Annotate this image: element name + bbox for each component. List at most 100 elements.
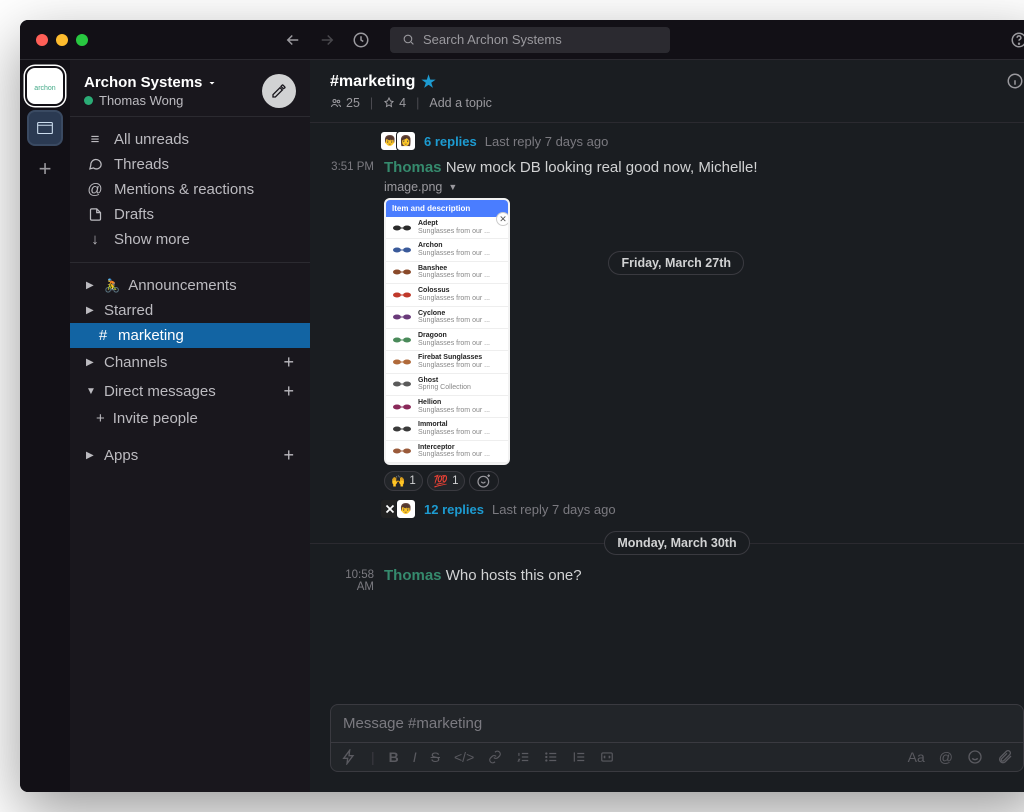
drafts-icon (86, 207, 104, 222)
message: 3:51 PM Thomas New mock DB looking real … (310, 155, 1024, 495)
message-list[interactable]: 👦 👩 6 replies Last reply 7 days ago Frid… (310, 123, 1024, 704)
emoji-button[interactable] (967, 749, 983, 765)
section-starred[interactable]: ▶Starred (70, 298, 310, 323)
channel-title[interactable]: #marketing ★ (330, 72, 492, 92)
message-composer[interactable]: Message #marketing | B I S </> Aa @ (330, 704, 1024, 772)
member-count[interactable]: 25 (330, 96, 360, 110)
avatar: 👩 (396, 131, 416, 151)
maximize-window-button[interactable] (76, 34, 88, 46)
reply-count[interactable]: 12 replies (424, 502, 484, 517)
attach-button[interactable] (997, 749, 1013, 765)
add-topic[interactable]: Add a topic (429, 96, 492, 110)
close-icon[interactable]: ✕ (496, 212, 510, 226)
attachment-preview[interactable]: Item and description ✕ AdeptSunglasses f… (384, 198, 510, 465)
section-dms[interactable]: ▼Direct messages+ (70, 377, 310, 406)
search-placeholder: Search Archon Systems (423, 32, 562, 47)
attachment-row: Firebat SunglassesSunglasses from our ..… (386, 351, 508, 373)
hash-icon: # (96, 327, 110, 344)
attachment-row: ArchonSunglasses from our ... (386, 239, 508, 261)
chevron-down-icon: ▼ (448, 182, 457, 192)
back-button[interactable] (284, 31, 302, 49)
sidebar: Archon Systems Thomas Wong ≡All unreads … (70, 60, 310, 792)
add-channel-button[interactable]: + (283, 352, 294, 373)
link-button[interactable] (488, 750, 502, 764)
unreads-icon: ≡ (86, 131, 104, 148)
italic-button[interactable]: I (413, 749, 417, 765)
message-timestamp: 3:51 PM (330, 159, 374, 491)
pin-count[interactable]: 4 (383, 96, 406, 110)
app-window: Search Archon Systems archon + Archon Sy… (20, 20, 1024, 792)
add-reaction-button[interactable] (469, 471, 499, 491)
nav-drafts[interactable]: Drafts (70, 202, 310, 227)
forward-button[interactable] (318, 31, 336, 49)
minimize-window-button[interactable] (56, 34, 68, 46)
reply-avatars: 👦 👩 (384, 131, 416, 151)
attachment-filename[interactable]: image.png▼ (384, 180, 1024, 194)
user-status[interactable]: Thomas Wong (84, 93, 218, 108)
strike-button[interactable]: S (431, 749, 440, 765)
add-dm-button[interactable]: + (283, 381, 294, 402)
nav-show-more[interactable]: ↓Show more (70, 227, 310, 252)
attachment-row: HellionSunglasses from our ... (386, 396, 508, 418)
reply-count[interactable]: 6 replies (424, 134, 477, 149)
close-window-button[interactable] (36, 34, 48, 46)
add-app-button[interactable]: + (283, 445, 294, 466)
sidebar-nav: ≡All unreads Threads @Mentions & reactio… (70, 117, 310, 263)
code-button[interactable]: </> (454, 749, 474, 765)
bullet-list-button[interactable] (544, 750, 558, 764)
titlebar: Search Archon Systems (20, 20, 1024, 60)
caret-right-icon: ▶ (86, 305, 96, 316)
message-author[interactable]: Thomas (384, 567, 442, 584)
plus-icon: + (96, 410, 105, 427)
help-button[interactable] (1010, 31, 1024, 49)
reaction[interactable]: 🙌1 (384, 471, 423, 491)
add-workspace-button[interactable]: + (39, 156, 52, 182)
nav-mentions[interactable]: @Mentions & reactions (70, 177, 310, 202)
compose-icon (271, 83, 287, 99)
nav-threads[interactable]: Threads (70, 152, 310, 177)
section-announcements[interactable]: ▶🚴Announcements (70, 273, 310, 298)
sidebar-sections: ▶🚴Announcements ▶Starred #marketing ▶Cha… (70, 263, 310, 792)
channel-header: #marketing ★ 25 | 4 | Add a topic (310, 60, 1024, 123)
channel-marketing[interactable]: #marketing (70, 323, 310, 348)
bold-button[interactable]: B (389, 749, 399, 765)
reaction[interactable]: 💯1 (427, 471, 466, 491)
section-apps[interactable]: ▶Apps+ (70, 441, 310, 470)
reply-meta: Last reply 7 days ago (485, 134, 609, 149)
channel-details-button[interactable] (1006, 72, 1024, 90)
date-divider-monday: Monday, March 30th (310, 523, 1024, 563)
search-icon (402, 33, 415, 46)
invite-people[interactable]: +Invite people (70, 406, 310, 431)
thread-summary[interactable]: 👦 12 replies Last reply 7 days ago (310, 495, 1024, 523)
sidebar-header: Archon Systems Thomas Wong (70, 60, 310, 117)
section-channels[interactable]: ▶Channels+ (70, 348, 310, 377)
attachment-row: ImmortalSunglasses from our ... (386, 418, 508, 440)
nav-all-unreads[interactable]: ≡All unreads (70, 127, 310, 152)
mentions-icon: @ (86, 181, 104, 198)
compose-button[interactable] (262, 74, 296, 108)
workspace-switcher-second[interactable] (27, 110, 63, 146)
shortcuts-button[interactable] (341, 749, 357, 765)
format-button[interactable]: Aa (908, 749, 925, 765)
workspace-name-label: Archon Systems (84, 74, 202, 91)
show-more-icon: ↓ (86, 231, 104, 248)
message-author[interactable]: Thomas (384, 159, 442, 176)
ordered-list-button[interactable] (516, 750, 530, 764)
thread-summary[interactable]: 👦 👩 6 replies Last reply 7 days ago (310, 127, 1024, 155)
attachment-row: DragoonSunglasses from our ... (386, 329, 508, 351)
star-icon[interactable]: ★ (421, 72, 435, 92)
composer-input[interactable]: Message #marketing (331, 705, 1023, 742)
attachment-row: InterceptorSunglasses from our ... (386, 441, 508, 463)
threads-icon (86, 157, 104, 172)
workspace-switcher-archon[interactable]: archon (27, 68, 63, 104)
search-input[interactable]: Search Archon Systems (390, 27, 670, 53)
caret-right-icon: ▶ (86, 280, 96, 291)
date-divider-friday[interactable]: Friday, March 27th (608, 251, 744, 275)
composer-toolbar: | B I S </> Aa @ (331, 742, 1023, 771)
codeblock-button[interactable] (600, 750, 614, 764)
workspace-menu[interactable]: Archon Systems (84, 74, 218, 91)
mention-button[interactable]: @ (939, 749, 953, 765)
blockquote-button[interactable] (572, 750, 586, 764)
message-text: Who hosts this one? (446, 567, 582, 584)
history-button[interactable] (352, 31, 370, 49)
